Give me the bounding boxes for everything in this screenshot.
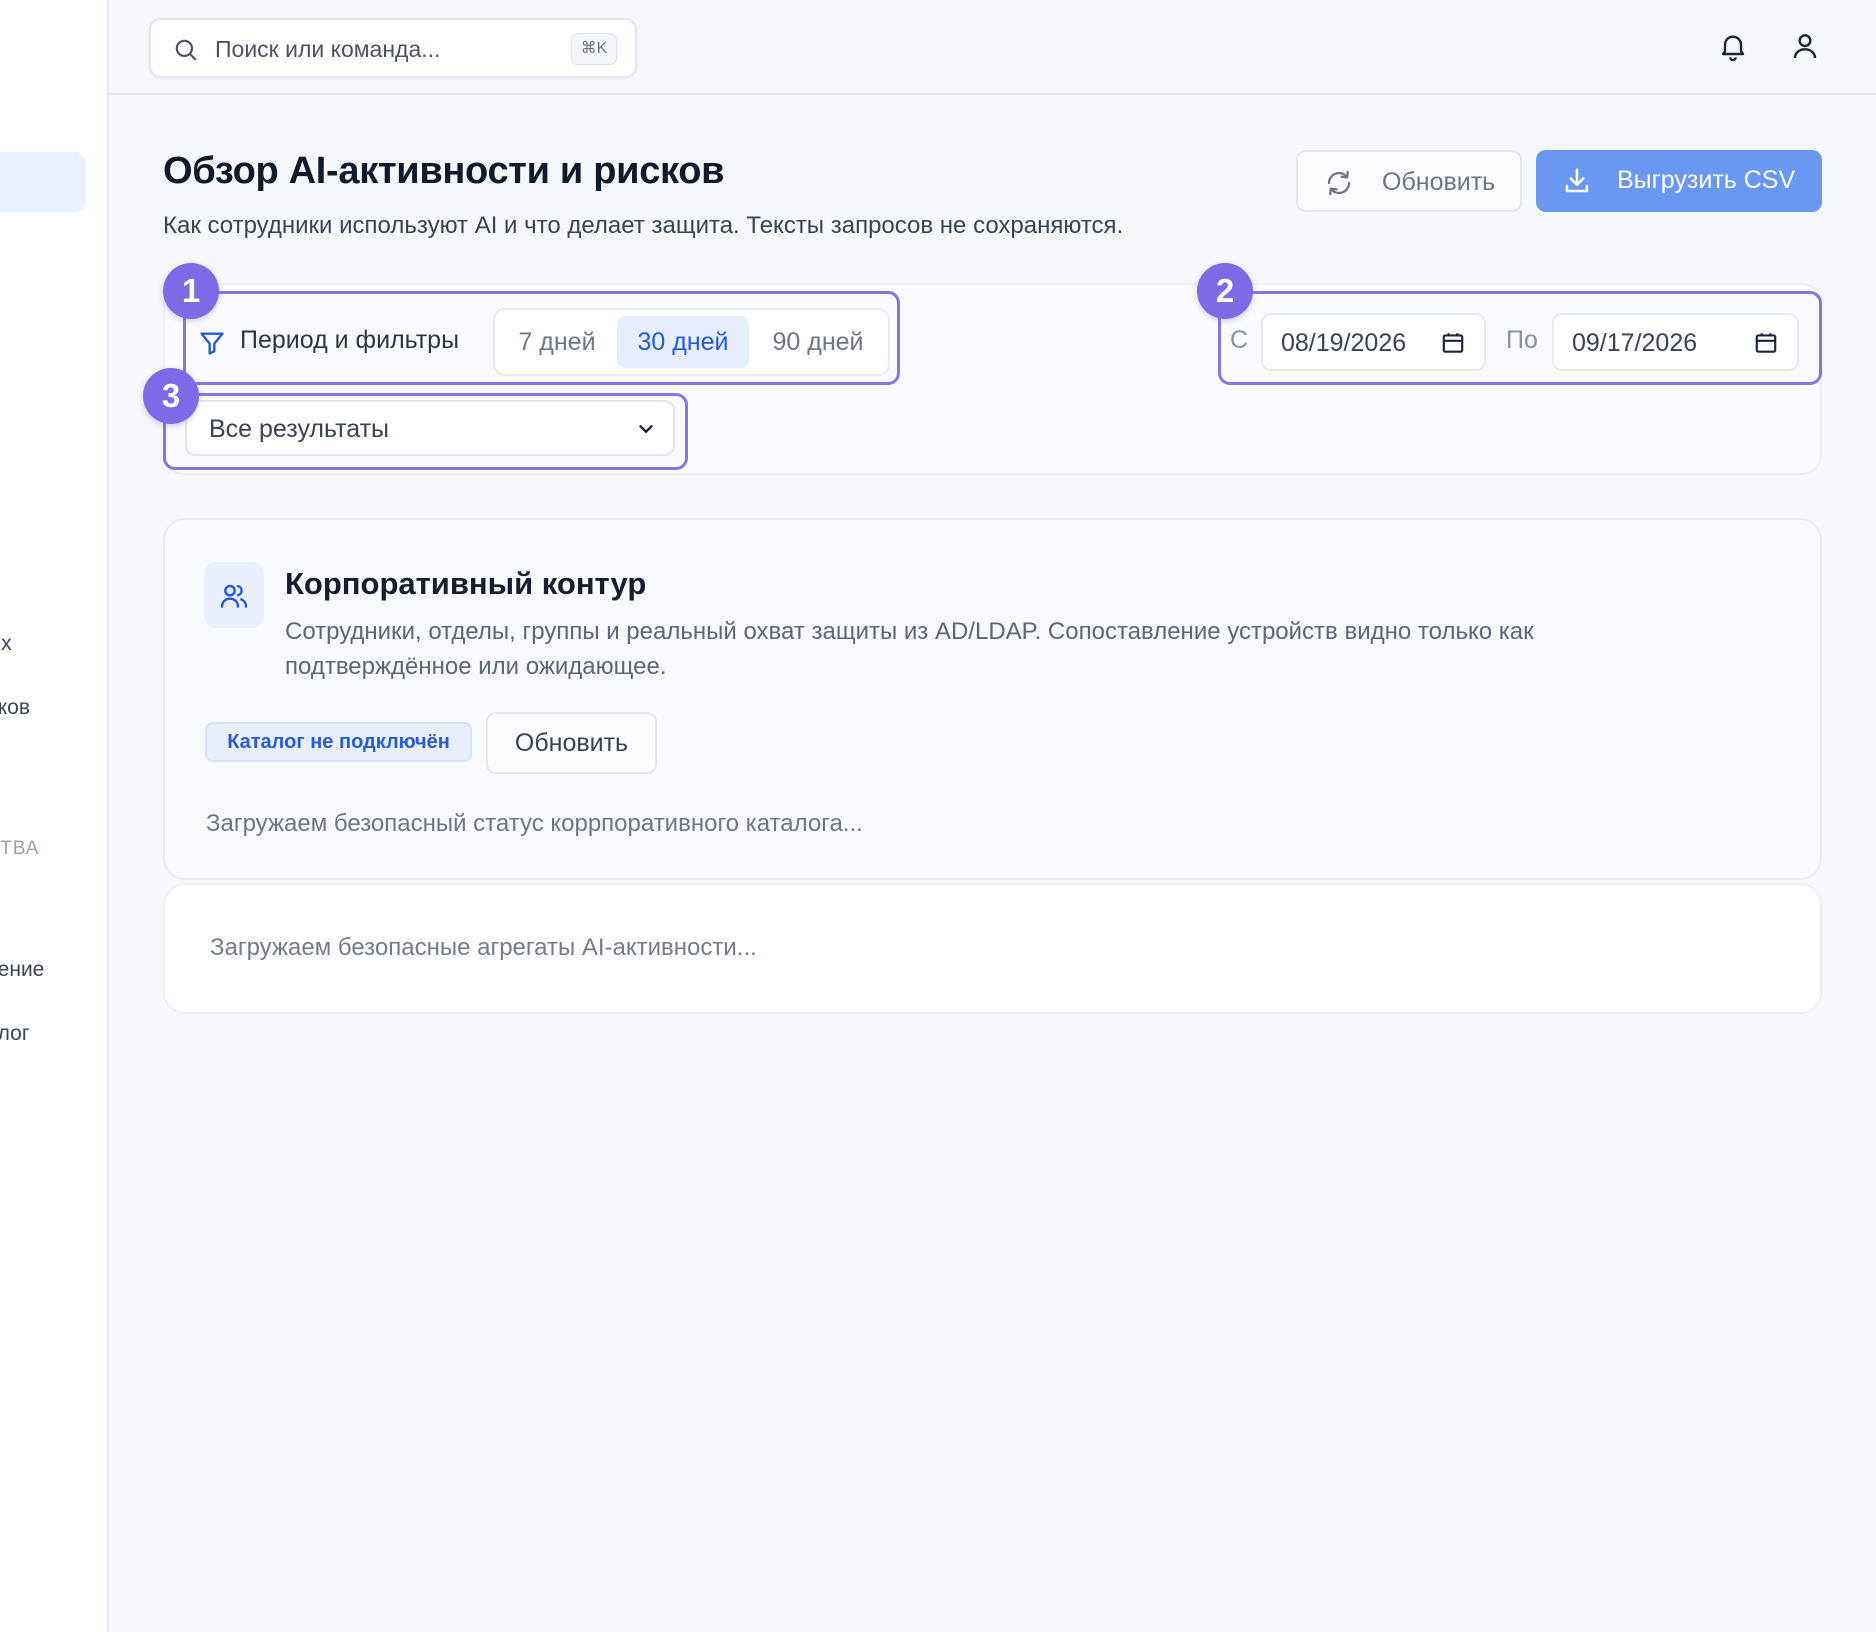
calendar-icon[interactable]	[1440, 330, 1466, 356]
sidebar-item-label[interactable]: рение	[0, 958, 44, 982]
corporate-title: Корпоративный контур	[285, 566, 647, 601]
period-segmented-control: 7 дней 30 дней 90 дней	[493, 308, 890, 376]
filter-label: Период и фильтры	[240, 326, 460, 354]
date-from-value: 08/19/2026	[1281, 329, 1407, 357]
page-subtitle: Как сотрудники используют AI и что делае…	[163, 212, 1124, 239]
result-filter-select[interactable]: Все результаты	[185, 400, 675, 456]
result-filter-value: Все результаты	[209, 415, 390, 443]
date-to-input[interactable]: 09/17/2026	[1552, 313, 1799, 371]
bell-icon[interactable]	[1717, 30, 1749, 62]
corporate-refresh-button[interactable]: Обновить	[486, 712, 657, 774]
page-title: Обзор AI-активности и рисков	[163, 150, 725, 192]
download-icon	[1565, 168, 1589, 193]
sidebar-item-label[interactable]: иков	[0, 696, 30, 720]
period-option-7[interactable]: 7 дней	[501, 316, 613, 368]
date-from-label: С	[1230, 326, 1249, 354]
users-icon	[220, 584, 248, 608]
period-option-90[interactable]: 90 дней	[753, 316, 883, 368]
search-placeholder: Поиск или команда...	[215, 36, 441, 62]
search-icon	[175, 39, 197, 61]
chevron-down-icon	[639, 425, 653, 433]
sidebar-section-heading: СТВА	[0, 838, 40, 859]
corporate-icon-container	[204, 562, 264, 628]
sidebar-item-label[interactable]: алог	[0, 1022, 30, 1046]
corporate-description: Сотрудники, отделы, группы и реальный ох…	[285, 618, 1534, 680]
date-to-value: 09/17/2026	[1572, 329, 1698, 357]
date-from-input[interactable]: 08/19/2026	[1261, 313, 1486, 371]
period-option-30[interactable]: 30 дней	[617, 316, 749, 368]
catalog-status-badge: Каталог не подключён	[205, 722, 472, 762]
export-csv-button[interactable]: Выгрузить CSV	[1536, 150, 1822, 212]
refresh-button[interactable]: Обновить	[1296, 150, 1522, 212]
step-badge-1: 1	[163, 263, 219, 319]
export-csv-label: Выгрузить CSV	[1617, 166, 1796, 194]
sidebar: я ых иков СТВА рение алог	[0, 0, 109, 1632]
sidebar-active-item[interactable]	[0, 152, 86, 212]
search-shortcut-hint: ⌘K	[571, 33, 617, 65]
step-badge-3: 3	[143, 368, 199, 424]
step-badge-2: 2	[1197, 263, 1253, 319]
aggregates-loading-text: Загружаем безопасные агрегаты AI-активно…	[210, 934, 757, 961]
refresh-icon	[1327, 170, 1351, 196]
user-icon[interactable]	[1789, 30, 1821, 62]
calendar-icon[interactable]	[1753, 330, 1779, 356]
refresh-button-label: Обновить	[1382, 168, 1496, 196]
search-input[interactable]: Поиск или команда... ⌘K	[149, 18, 637, 78]
filter-icon	[200, 332, 224, 355]
sidebar-item-label[interactable]: ых	[0, 632, 12, 656]
top-bar: Поиск или команда... ⌘K	[109, 0, 1876, 95]
catalog-loading-text: Загружаем безопасный статус коррпоративн…	[206, 810, 863, 837]
date-to-label: По	[1506, 326, 1538, 354]
